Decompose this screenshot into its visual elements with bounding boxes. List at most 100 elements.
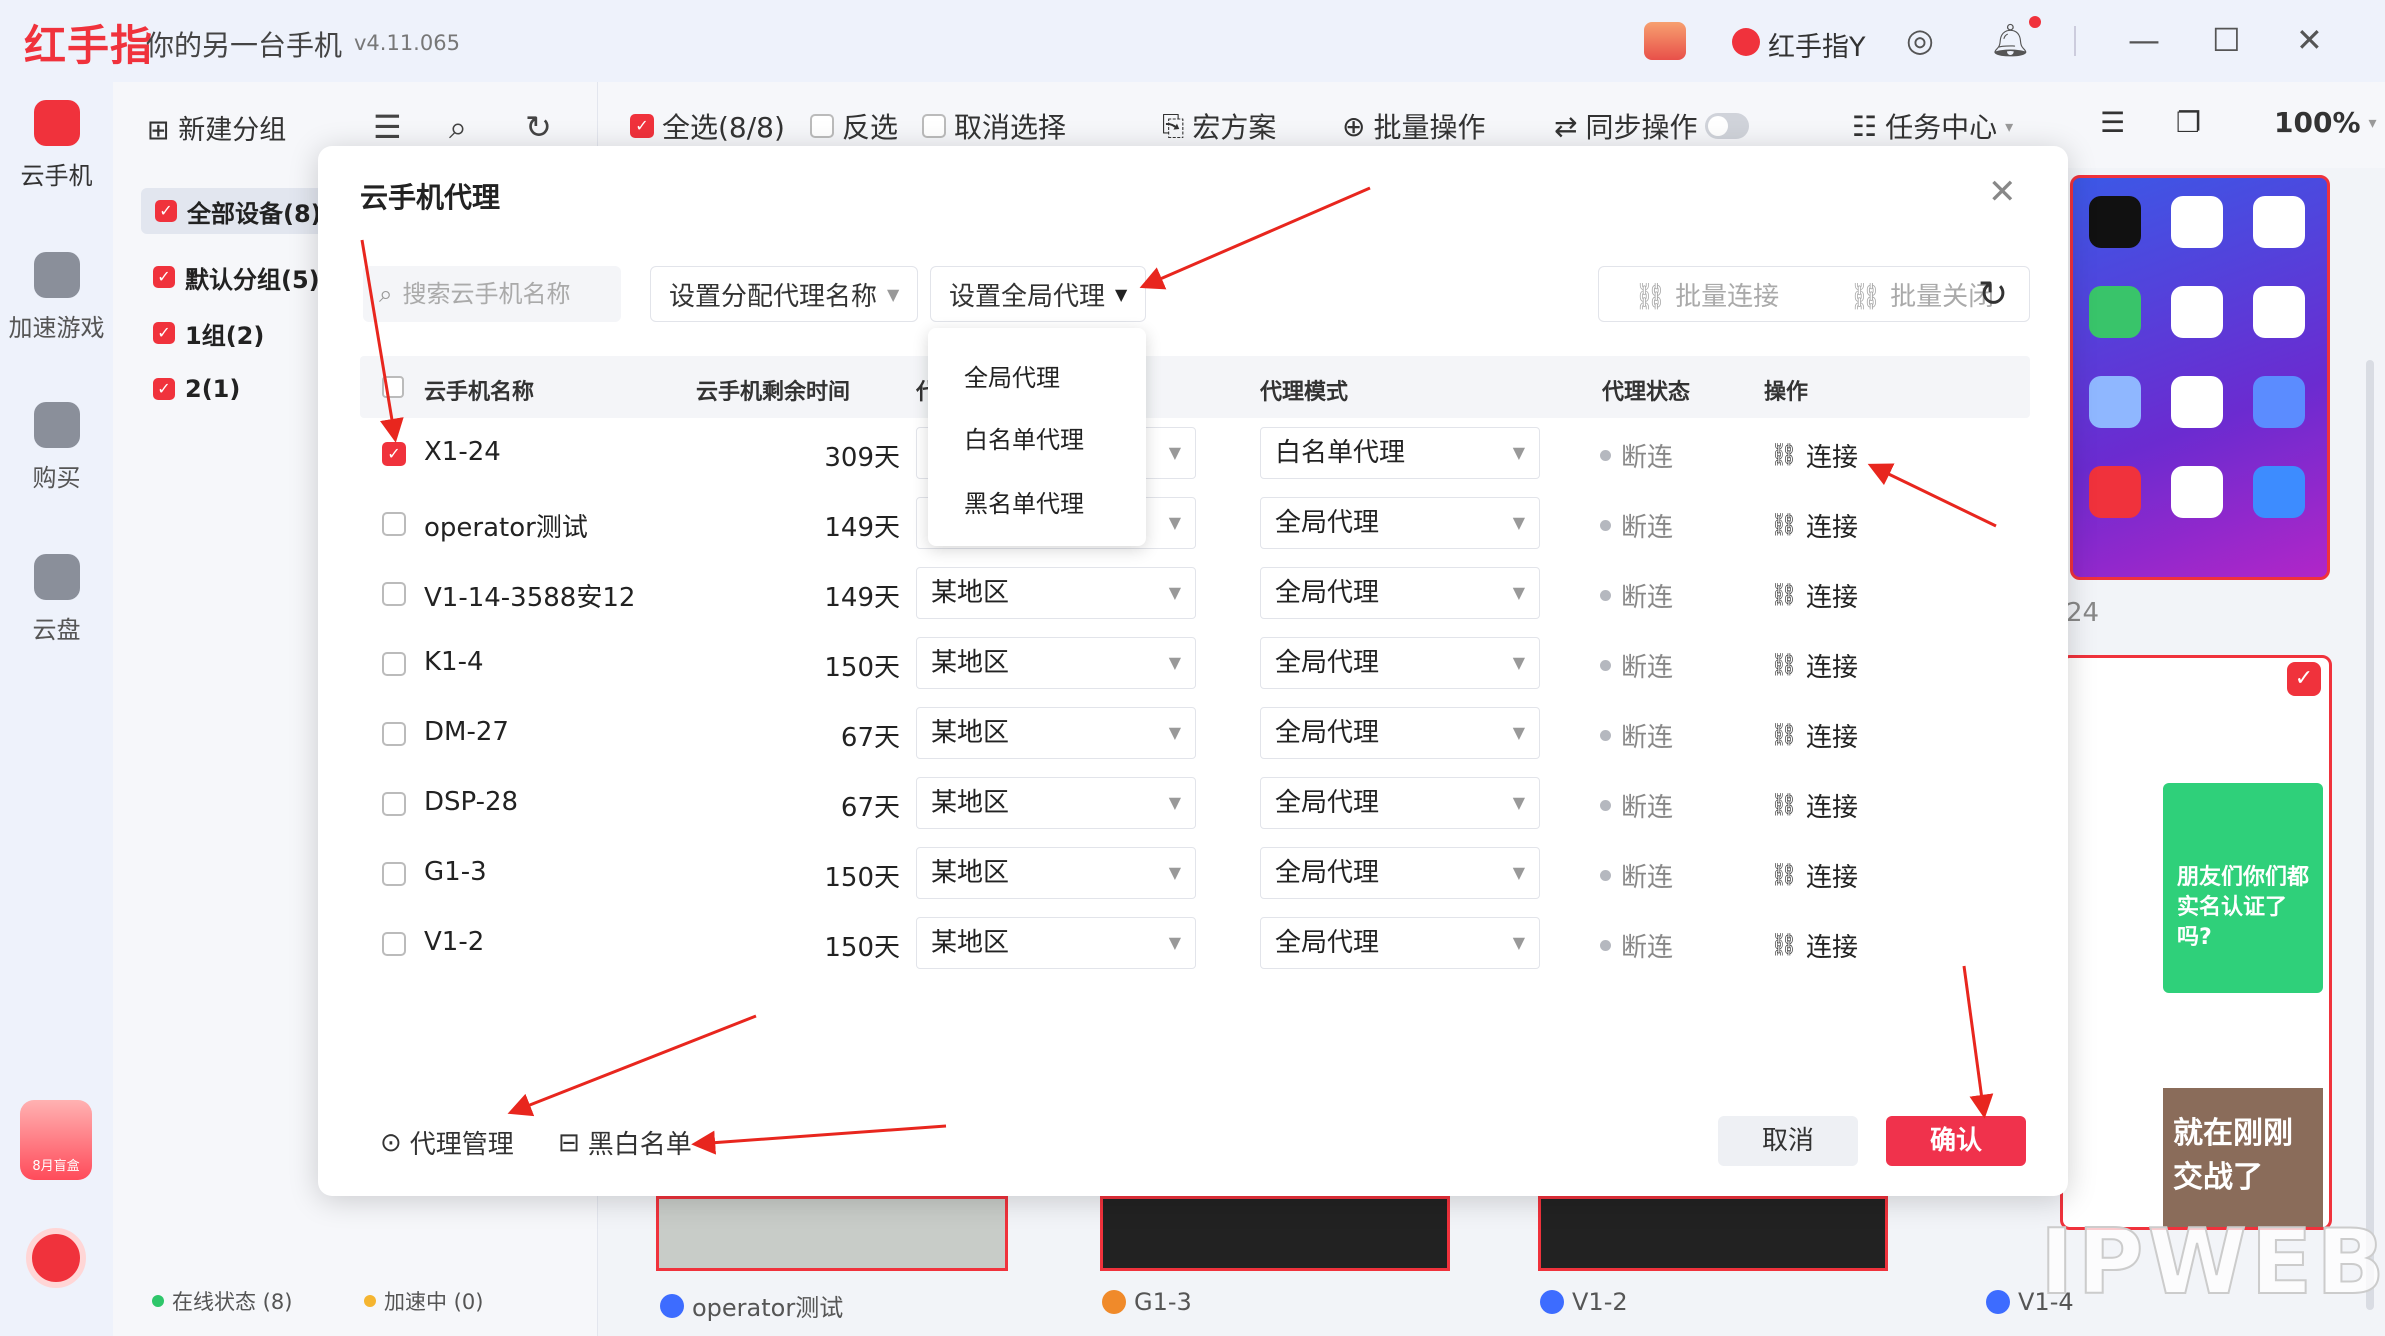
close-window-icon[interactable]: ✕	[2296, 24, 2323, 56]
group-2[interactable]: ✓ 2(1)	[153, 366, 240, 412]
maximize-icon[interactable]: ☐	[2212, 24, 2241, 56]
row-checkbox[interactable]	[382, 652, 406, 676]
list-view-icon[interactable]: ☰	[2100, 106, 2125, 139]
search-icon[interactable]: ⌕	[449, 108, 467, 147]
sync-toggle[interactable]	[1705, 113, 1750, 139]
thumbnail-name: G1-3	[1134, 1288, 1192, 1316]
checkbox-checked-icon[interactable]: ✓	[153, 378, 175, 400]
phone-thumbnail-g1-3[interactable]	[1100, 1196, 1450, 1271]
checkbox-checked-icon[interactable]: ✓	[155, 200, 177, 222]
close-icon[interactable]: ✕	[1988, 172, 2017, 212]
new-group-button[interactable]: ⊞ 新建分组	[147, 108, 286, 147]
mode-select[interactable]: 全局代理 ▼	[1260, 917, 1540, 969]
gift-icon[interactable]	[1644, 22, 1686, 60]
sort-icon[interactable]: ☰	[373, 108, 402, 146]
dropdown-item-blacklist[interactable]: 黑名单代理	[964, 484, 1084, 519]
accelerating-status[interactable]: 加速中 (0)	[364, 1286, 483, 1316]
multi-window-icon[interactable]: ❐	[2176, 106, 2201, 139]
nav-accelerate-game[interactable]: 加速游戏	[0, 252, 113, 343]
region-select[interactable]: 某地区 ▼	[916, 567, 1196, 619]
table-row[interactable]: K1-4 150天 某地区 ▼ 全局代理 ▼ 断连 ⛓ 连接	[360, 628, 2030, 698]
table-row[interactable]: G1-3 150天 某地区 ▼ 全局代理 ▼ 断连 ⛓ 连接	[360, 838, 2030, 908]
checkbox-checked-icon[interactable]: ✓	[153, 322, 175, 344]
online-status[interactable]: 在线状态 (8)	[152, 1286, 292, 1316]
checkbox-checked-icon[interactable]: ✓	[382, 442, 406, 466]
mode-select[interactable]: 全局代理 ▼	[1260, 777, 1540, 829]
table-row[interactable]: DM-27 67天 某地区 ▼ 全局代理 ▼ 断连 ⛓ 连接	[360, 698, 2030, 768]
sync-button[interactable]: ⇄ 同步操作	[1554, 106, 1750, 146]
scrollbar[interactable]	[2366, 360, 2374, 1310]
user-avatar-icon[interactable]	[1732, 28, 1760, 56]
cancel-button[interactable]: 取消	[1718, 1116, 1858, 1166]
group-1[interactable]: ✓ 1组(2)	[153, 310, 264, 356]
region-select[interactable]: 某地区 ▼	[916, 917, 1196, 969]
group-default[interactable]: ✓ 默认分组(5)	[153, 254, 320, 300]
table-row[interactable]: DSP-28 67天 某地区 ▼ 全局代理 ▼ 断连 ⛓ 连接	[360, 768, 2030, 838]
mode-select[interactable]: 全局代理 ▼	[1260, 637, 1540, 689]
checkbox-checked-icon[interactable]: ✓	[2287, 662, 2321, 696]
mode-select[interactable]: 全局代理 ▼	[1260, 497, 1540, 549]
header-checkbox[interactable]	[382, 376, 404, 398]
dropdown-item-global[interactable]: 全局代理	[964, 358, 1060, 393]
dropdown-item-whitelist[interactable]: 白名单代理	[964, 420, 1084, 455]
mode-select[interactable]: 白名单代理 ▼	[1260, 427, 1540, 479]
phone-thumbnail-v1-2[interactable]	[1538, 1196, 1888, 1271]
connect-button[interactable]: ⛓ 连接	[1770, 647, 1858, 684]
assistant-robot-icon[interactable]	[26, 1228, 86, 1288]
connect-button[interactable]: ⛓ 连接	[1770, 927, 1858, 964]
macro-button[interactable]: ⎘ 宏方案	[1162, 106, 1276, 146]
connect-button[interactable]: ⛓ 连接	[1770, 507, 1858, 544]
row-checkbox[interactable]	[382, 792, 406, 816]
mode-select[interactable]: 全局代理 ▼	[1260, 847, 1540, 899]
region-select[interactable]: 某地区 ▼	[916, 777, 1196, 829]
table-row[interactable]: operator测试 149天 ▼ 全局代理 ▼ 断连 ⛓ 连接	[360, 488, 2030, 558]
search-input[interactable]	[402, 280, 593, 308]
set-alloc-proxy-dropdown[interactable]: 设置分配代理名称 ▼	[650, 266, 919, 322]
promo-badge[interactable]: 8月盲盒	[20, 1100, 92, 1180]
row-checkbox[interactable]	[382, 512, 406, 536]
phone-thumbnail-operator[interactable]	[656, 1196, 1008, 1271]
proxy-manage-link[interactable]: ⊙ 代理管理	[380, 1124, 514, 1161]
batch-button[interactable]: ⊕ 批量操作	[1342, 106, 1485, 146]
nav-cloud-phone[interactable]: 云手机	[0, 100, 113, 191]
set-global-proxy-dropdown[interactable]: 设置全局代理 ▼	[930, 266, 1147, 322]
batch-connect-button[interactable]: ⛓ 批量连接	[1599, 276, 1814, 313]
connect-button[interactable]: ⛓ 连接	[1770, 437, 1858, 474]
confirm-button[interactable]: 确认	[1886, 1116, 2026, 1166]
connect-button[interactable]: ⛓ 连接	[1770, 577, 1858, 614]
phone-thumbnail-feed[interactable]: 朋友们你们都实名认证了吗? 就在刚刚交战了	[2060, 655, 2332, 1230]
table-header: 云手机名称 云手机剩余时间 代 代理模式 代理状态 操作	[360, 356, 2030, 418]
checkbox-checked-icon[interactable]: ✓	[153, 266, 175, 288]
select-all-checkbox[interactable]: ✓ 全选(8/8)	[630, 106, 785, 146]
refresh-icon[interactable]: ↻	[525, 108, 552, 146]
nav-cloud-disk[interactable]: 云盘	[0, 554, 113, 645]
region-select[interactable]: 某地区 ▼	[916, 847, 1196, 899]
table-row[interactable]: V1-14-3588安12 149天 某地区 ▼ 全局代理 ▼ 断连 ⛓ 连接	[360, 558, 2030, 628]
refresh-icon[interactable]: ↻	[1978, 274, 2008, 315]
search-box[interactable]: ⌕	[363, 266, 621, 322]
blackwhite-list-link[interactable]: ⊟ 黑白名单	[558, 1124, 692, 1161]
mode-select[interactable]: 全局代理 ▼	[1260, 707, 1540, 759]
row-checkbox[interactable]	[382, 932, 406, 956]
minimize-icon[interactable]: —	[2128, 24, 2160, 56]
nav-buy[interactable]: 购买	[0, 402, 113, 493]
row-checkbox[interactable]	[382, 582, 406, 606]
row-checkbox[interactable]	[382, 862, 406, 886]
settings-icon[interactable]: ◎	[1906, 24, 1934, 56]
table-row[interactable]: ✓ X1-24 309天 ▼ 白名单代理 ▼ 断连 ⛓ 连接	[360, 418, 2030, 488]
connect-button[interactable]: ⛓ 连接	[1770, 787, 1858, 824]
cancel-select-checkbox[interactable]: 取消选择	[922, 106, 1066, 146]
username[interactable]: 红手指Y	[1768, 25, 1866, 64]
connect-button[interactable]: ⛓ 连接	[1770, 717, 1858, 754]
bell-icon[interactable]: 🔔︎	[1990, 24, 2031, 56]
region-select[interactable]: 某地区 ▼	[916, 637, 1196, 689]
table-row[interactable]: V1-2 150天 某地区 ▼ 全局代理 ▼ 断连 ⛓ 连接	[360, 908, 2030, 978]
invert-checkbox[interactable]: 反选	[810, 106, 898, 146]
mode-select[interactable]: 全局代理 ▼	[1260, 567, 1540, 619]
phone-thumbnail-x1-24[interactable]	[2070, 175, 2330, 580]
zoom-level[interactable]: 100% ▾	[2274, 106, 2377, 139]
connect-button[interactable]: ⛓ 连接	[1770, 857, 1858, 894]
task-center-button[interactable]: ☷ 任务中心 ▾	[1852, 106, 2013, 146]
row-checkbox[interactable]	[382, 722, 406, 746]
region-select[interactable]: 某地区 ▼	[916, 707, 1196, 759]
